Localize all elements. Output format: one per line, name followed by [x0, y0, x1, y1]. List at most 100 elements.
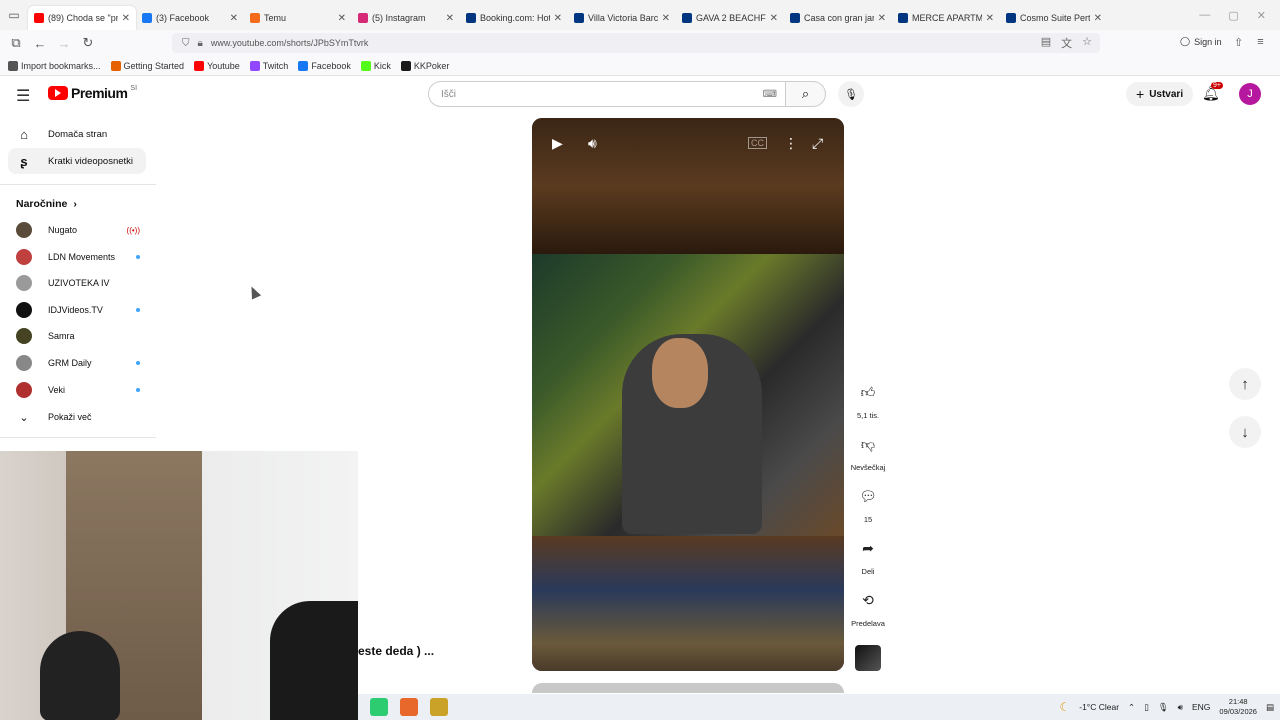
- browser-tab[interactable]: Villa Victoria Barcel ✕: [568, 6, 676, 30]
- guide-menu-icon[interactable]: ☰: [16, 86, 30, 106]
- subscription-item[interactable]: GRM Daily: [16, 353, 140, 373]
- subscriptions-heading[interactable]: Naročnine ›: [16, 198, 77, 210]
- back-icon[interactable]: ←: [28, 31, 52, 55]
- weather-text[interactable]: -1°C Clear: [1079, 702, 1119, 712]
- close-tab-icon[interactable]: ✕: [986, 13, 994, 24]
- maximize-icon[interactable]: ▢: [1228, 9, 1238, 22]
- close-tab-icon[interactable]: ✕: [878, 13, 886, 24]
- browser-tab[interactable]: Temu ✕: [244, 6, 352, 30]
- video-frame-bottom: [532, 536, 844, 671]
- bookmark-item[interactable]: KKPoker: [400, 60, 449, 71]
- previous-short-button[interactable]: ↑: [1229, 368, 1261, 400]
- channel-avatar: [16, 275, 32, 292]
- captions-icon[interactable]: CC: [748, 137, 767, 149]
- bookmark-item[interactable]: Twitch: [249, 60, 288, 71]
- sidebar-toggle-icon[interactable]: ⧉: [4, 31, 28, 55]
- youtube-logo[interactable]: Premium SI: [48, 85, 137, 101]
- tray-mic-icon[interactable]: 🎙︎: [1158, 702, 1169, 713]
- volume-tray-icon[interactable]: 🔊︎: [1178, 702, 1183, 713]
- subscription-item[interactable]: Veki: [16, 380, 140, 400]
- weather-moon-icon[interactable]: ☾: [1059, 700, 1070, 714]
- taskbar-app-icon[interactable]: [370, 698, 388, 716]
- sign-in-button[interactable]: ◯ Sign in: [1180, 36, 1222, 47]
- taskbar-game-icon[interactable]: [430, 698, 448, 716]
- search-input[interactable]: Išči ⌨: [428, 81, 786, 107]
- play-icon[interactable]: ▶: [552, 135, 563, 152]
- sidebar-item-home[interactable]: ⌂ Domača stran: [8, 121, 146, 147]
- subscription-item[interactable]: IDJVideos.TV: [16, 300, 140, 320]
- browser-tab[interactable]: (5) Instagram ✕: [352, 6, 460, 30]
- bookmark-item[interactable]: Youtube: [194, 60, 240, 71]
- extensions-icon[interactable]: ⇧: [1234, 36, 1243, 49]
- tab-overview-icon[interactable]: ▭: [0, 0, 28, 30]
- menu-icon[interactable]: ≡: [1257, 36, 1263, 49]
- share-button[interactable]: ➦ Deli: [846, 534, 890, 577]
- share-icon: ➦: [862, 539, 874, 556]
- shorts-player[interactable]: ▶ 🔊︎ CC ⋮ ⤢: [532, 118, 844, 671]
- reload-icon[interactable]: ↻: [76, 31, 100, 55]
- avatar[interactable]: J: [1239, 83, 1261, 105]
- next-short-preview[interactable]: [532, 683, 844, 693]
- shield-icon[interactable]: ⛉: [182, 38, 190, 49]
- remix-button[interactable]: ⟲ Predelava: [846, 586, 890, 629]
- keyboard-icon[interactable]: ⌨: [763, 89, 777, 100]
- taskbar-firefox-icon[interactable]: [400, 698, 418, 716]
- close-window-icon[interactable]: ✕: [1257, 9, 1266, 22]
- subscription-item[interactable]: UZIVOTEKA IV: [16, 273, 140, 293]
- browser-tab[interactable]: GAVA 2 BEACHFRO ✕: [676, 6, 784, 30]
- search-button[interactable]: ⌕: [786, 81, 826, 107]
- minimize-icon[interactable]: —: [1199, 9, 1210, 21]
- battery-icon[interactable]: ▯: [1144, 702, 1149, 713]
- volume-icon[interactable]: 🔊︎: [588, 135, 597, 152]
- translate-icon[interactable]: 文: [1061, 35, 1072, 51]
- browser-tab[interactable]: Booking.com: Hotel ✕: [460, 6, 568, 30]
- bookmark-favicon-icon: [400, 60, 411, 71]
- channel-avatar: [16, 222, 32, 238]
- sidebar-item-shorts[interactable]: ʂ Kratki videoposnetki: [8, 148, 146, 174]
- browser-tab[interactable]: Cosmo Suite Perth ✕: [1000, 6, 1108, 30]
- close-tab-icon[interactable]: ✕: [770, 13, 778, 24]
- bookmark-item[interactable]: Kick: [360, 60, 391, 71]
- forward-icon[interactable]: →: [52, 31, 76, 55]
- subscription-item[interactable]: Samra: [16, 326, 140, 346]
- browser-tab[interactable]: MERCE APARTMENT ✕: [892, 6, 1000, 30]
- show-more-button[interactable]: ⌄ Pokaži več: [16, 407, 140, 427]
- country-code: SI: [130, 84, 138, 92]
- tray-overflow-icon[interactable]: ⌃: [1128, 702, 1135, 713]
- reader-view-icon[interactable]: ▤: [1041, 35, 1051, 51]
- close-tab-icon[interactable]: ✕: [662, 13, 670, 24]
- like-button[interactable]: 👍︎ 5,1 tis.: [846, 378, 890, 421]
- browser-tab[interactable]: (89) Choda se "pre: ✕: [28, 6, 136, 30]
- close-tab-icon[interactable]: ✕: [338, 13, 346, 24]
- next-short-button[interactable]: ↓: [1229, 416, 1261, 448]
- subscription-item[interactable]: Nugato ((•)): [16, 220, 140, 240]
- voice-search-button[interactable]: 🎙︎: [838, 81, 864, 107]
- notification-center-icon[interactable]: ▤: [1266, 702, 1274, 713]
- create-button[interactable]: + Ustvari: [1126, 82, 1194, 106]
- bookmark-item[interactable]: Facebook: [298, 60, 351, 71]
- fullscreen-icon[interactable]: ⤢: [812, 135, 823, 152]
- browser-tab[interactable]: (3) Facebook ✕: [136, 6, 244, 30]
- bookmark-label: Import bookmarks...: [21, 60, 101, 71]
- bookmark-star-icon[interactable]: ☆: [1082, 35, 1092, 51]
- browser-tab[interactable]: Casa con gran jardi ✕: [784, 6, 892, 30]
- bookmark-item[interactable]: Import bookmarks...: [8, 60, 101, 71]
- short-title[interactable]: este deda ) ...: [358, 644, 434, 658]
- notifications-button[interactable]: 🔔︎ 9+: [1202, 82, 1223, 102]
- clock[interactable]: 21:48 09/03/2026: [1219, 697, 1257, 717]
- lock-icon[interactable]: 🔒︎: [198, 38, 203, 49]
- close-tab-icon[interactable]: ✕: [554, 13, 562, 24]
- close-tab-icon[interactable]: ✕: [230, 13, 238, 24]
- sound-thumbnail[interactable]: [855, 645, 881, 671]
- comments-button[interactable]: 💬︎ 15: [846, 482, 890, 525]
- close-tab-icon[interactable]: ✕: [1094, 13, 1102, 24]
- close-tab-icon[interactable]: ✕: [122, 13, 130, 24]
- close-tab-icon[interactable]: ✕: [446, 13, 454, 24]
- tab-label: Booking.com: Hotel: [480, 13, 550, 23]
- address-bar[interactable]: ⛉ 🔒︎ www.youtube.com/shorts/JPbSYmTtvrk …: [172, 33, 1100, 53]
- language-indicator[interactable]: ENG: [1192, 702, 1210, 712]
- dislike-button[interactable]: 👎︎ Nevšečkaj: [846, 430, 890, 473]
- subscription-item[interactable]: LDN Movements: [16, 247, 140, 267]
- bookmark-item[interactable]: Getting Started: [110, 60, 184, 71]
- more-options-icon[interactable]: ⋮: [784, 135, 798, 152]
